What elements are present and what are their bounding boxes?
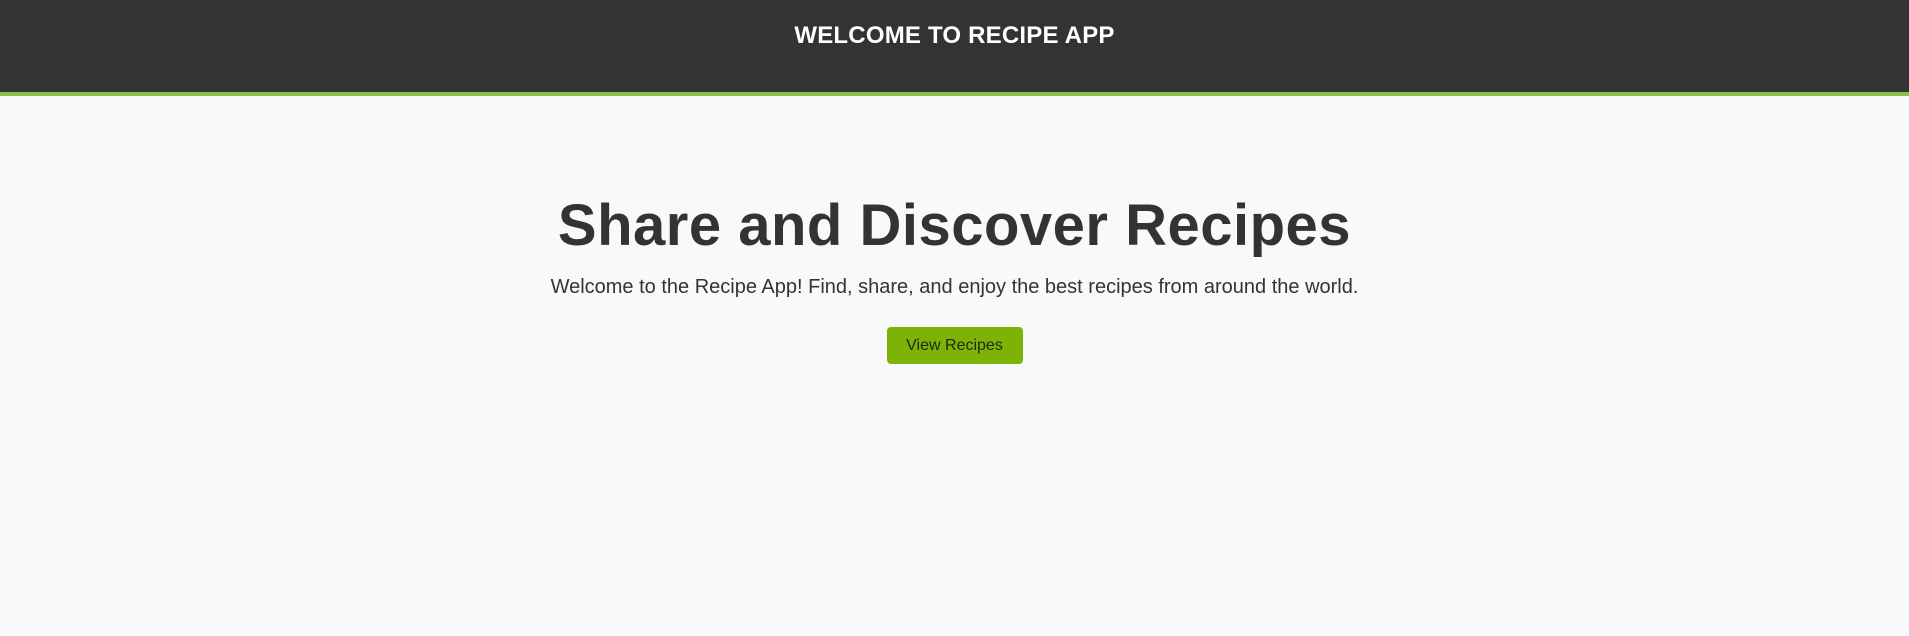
hero-section: Share and Discover Recipes Welcome to th… [0,96,1909,364]
hero-subtitle: Welcome to the Recipe App! Find, share, … [550,276,1359,298]
app-title: WELCOME TO RECIPE APP [794,22,1115,49]
hero-title: Share and Discover Recipes [557,193,1352,258]
app-header: WELCOME TO RECIPE APP [0,0,1909,96]
view-recipes-button[interactable]: View Recipes [886,327,1023,364]
